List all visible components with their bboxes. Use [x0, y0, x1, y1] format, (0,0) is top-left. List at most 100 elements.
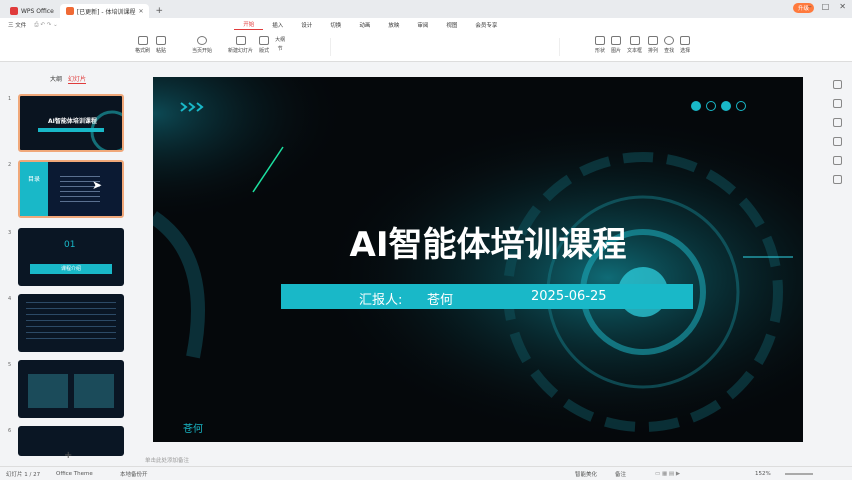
presentation-date[interactable]: 2025-06-25 [531, 289, 607, 304]
thumb-title: AI智能体培训课程 [48, 118, 97, 125]
menu-slideshow[interactable]: 放映 [379, 21, 408, 29]
search-icon [664, 36, 675, 45]
zoom-level[interactable]: 152% [755, 471, 785, 477]
presenter-label[interactable]: 汇报人: [359, 289, 402, 308]
slide-number: 5 [8, 362, 12, 368]
start-current-button[interactable]: 当页开始 [192, 36, 212, 54]
layout-icon [259, 36, 270, 45]
menu-insert[interactable]: 插入 [263, 21, 292, 29]
thumb-block [20, 162, 48, 216]
notes-button[interactable]: 备注 [615, 470, 655, 478]
picture-button[interactable]: 图片 [611, 36, 621, 54]
backup-status[interactable]: 本地备份开 [120, 470, 170, 478]
menu-review[interactable]: 审阅 [408, 21, 437, 29]
animation-icon[interactable] [832, 118, 842, 127]
tab-slides[interactable]: 幻灯片 [68, 74, 87, 84]
slide-thumb-3[interactable]: 01 课程介绍 [18, 228, 124, 286]
ppt-logo-icon [65, 7, 74, 15]
property-icon[interactable] [832, 80, 842, 89]
menu-member[interactable]: 会员专享 [466, 21, 506, 29]
right-toolbar [830, 80, 844, 184]
arrange-button[interactable]: 排列 [648, 36, 658, 54]
minimize-icon[interactable]: – [808, 2, 812, 11]
slide-thumb-2[interactable]: 目录 ➤ [18, 160, 124, 218]
notes-placeholder[interactable]: 单击此处添加备注 [145, 456, 189, 464]
tab-outline[interactable]: 大纲 [50, 74, 62, 83]
note-icon[interactable] [832, 156, 842, 165]
slide-thumb-4[interactable] [18, 294, 124, 352]
view-modes[interactable]: ▭ ▦ ▤ ▶ [655, 471, 755, 477]
dots-decoration [691, 101, 746, 111]
label: 排列 [648, 48, 659, 54]
label: 文本框 [627, 48, 643, 54]
shape-button[interactable]: 形状 [595, 36, 605, 54]
font-controls[interactable] [330, 38, 560, 56]
select-icon [680, 36, 691, 45]
select-button[interactable]: 选择 [680, 36, 690, 54]
arrange-icon [648, 36, 659, 45]
outline-button[interactable]: 大纲节 [275, 36, 285, 52]
brush-icon [137, 36, 148, 45]
slide-number: 6 [8, 428, 12, 434]
tab-label: [已更新] - 体培训课程 [76, 8, 136, 16]
label: 查找 [664, 48, 675, 54]
slide-title[interactable]: AI智能体培训课程 [333, 217, 643, 266]
maximize-icon[interactable]: □ [822, 2, 830, 11]
transition-icon[interactable] [832, 137, 842, 146]
menu-transition[interactable]: 切换 [321, 21, 350, 29]
file-menu[interactable]: 三 文件 [0, 21, 34, 29]
slide-number: 1 [8, 96, 12, 102]
zoom-slider[interactable] [785, 472, 813, 475]
label: 大纲 [275, 37, 286, 43]
new-slide-button[interactable]: 新建幻灯片 [228, 36, 253, 54]
tab-document[interactable]: [已更新] - 体培训课程 ✕ [59, 4, 150, 18]
label: 新建幻灯片 [228, 48, 254, 54]
add-slide-button[interactable]: + [64, 450, 72, 461]
presenter-bar [281, 284, 693, 309]
tab-label: WPS Office [21, 7, 54, 15]
new-slide-icon [235, 36, 246, 45]
thumb-number: 01 [64, 240, 76, 250]
quick-access-icons[interactable]: ⎙ ↶ ↷ ⌄ [34, 22, 234, 29]
menu-view[interactable]: 视图 [437, 21, 466, 29]
paste-button[interactable]: 粘贴 [156, 36, 166, 54]
thumb-title: 目录 [28, 176, 41, 183]
slide-number: 2 [8, 162, 12, 168]
status-bar: 幻灯片 1 / 27 Office Theme 本地备份开 智能美化 备注 ▭ … [0, 466, 852, 480]
dot-icon [691, 101, 701, 111]
slide-thumb-1[interactable]: AI智能体培训课程 [18, 94, 124, 152]
ribbon: 格式刷 粘贴 当页开始 新建幻灯片 版式 大纲节 形状 图片 文本框 排列 查找… [0, 32, 852, 62]
slide-canvas[interactable]: AI智能体培训课程 汇报人: 苍何 2025-06-25 苍何 [153, 77, 803, 442]
slide-thumb-5[interactable] [18, 360, 124, 418]
design-icon[interactable] [832, 99, 842, 108]
tab-wps-home[interactable]: WPS Office [4, 4, 60, 18]
smart-beautify-button[interactable]: 智能美化 [575, 470, 615, 478]
menu-start[interactable]: 开始 [234, 20, 264, 30]
close-window-icon[interactable]: ✕ [839, 2, 846, 11]
new-tab-button[interactable]: + [155, 6, 163, 16]
picture-icon [611, 36, 622, 45]
thumb-bar: 课程介绍 [30, 264, 112, 274]
dot-icon [706, 101, 716, 111]
find-button[interactable]: 查找 [664, 36, 674, 54]
textbox-button[interactable]: 文本框 [627, 36, 642, 54]
slide-footer[interactable]: 苍何 [183, 420, 203, 435]
help-icon[interactable] [832, 175, 842, 184]
label: 格式刷 [135, 48, 151, 54]
menu-design[interactable]: 设计 [292, 21, 321, 29]
slide-panel: 大纲 幻灯片 1 AI智能体培训课程 2 目录 ➤ 3 01 课程介绍 4 5 … [0, 62, 140, 464]
label: 图片 [611, 48, 622, 54]
paste-icon [156, 36, 167, 45]
layout-button[interactable]: 版式 [259, 36, 269, 54]
format-painter-button[interactable]: 格式刷 [135, 36, 150, 54]
label: 形状 [595, 48, 606, 54]
label: 当页开始 [192, 48, 213, 54]
slide-number: 4 [8, 296, 12, 302]
menu-animation[interactable]: 动画 [350, 21, 379, 29]
theme-name: Office Theme [56, 470, 93, 477]
menu-bar: 三 文件 ⎙ ↶ ↷ ⌄ 开始 插入 设计 切换 动画 放映 审阅 视图 会员专… [0, 18, 852, 32]
cursor-icon: ➤ [92, 178, 103, 192]
close-tab-icon[interactable]: ✕ [138, 8, 143, 15]
presenter-name[interactable]: 苍何 [427, 289, 453, 308]
textbox-icon [629, 36, 640, 45]
